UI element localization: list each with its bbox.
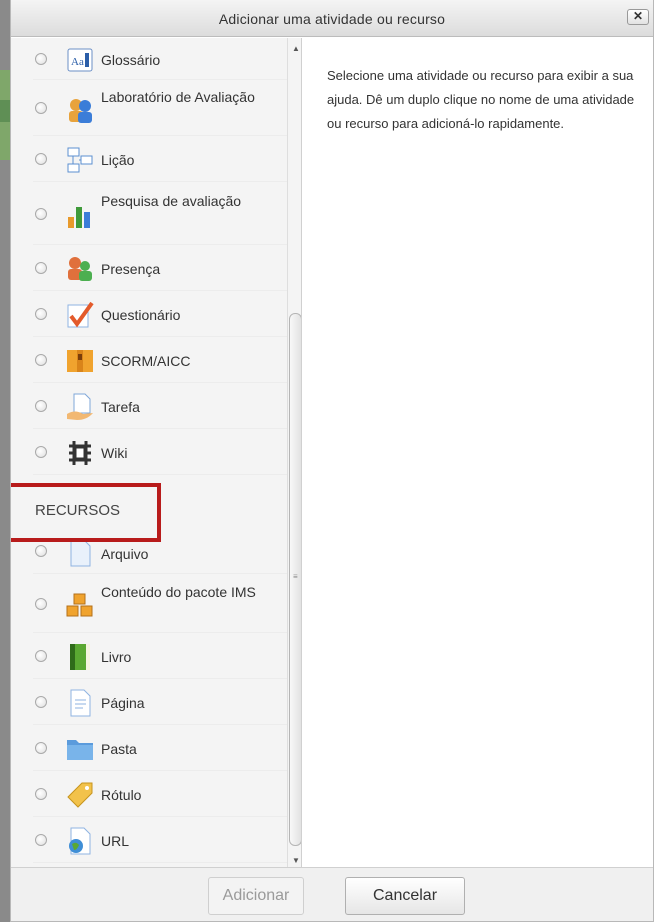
lesson-icon: [65, 145, 95, 175]
page-icon: [65, 688, 95, 718]
resource-item-rotulo[interactable]: Rótulo: [33, 772, 287, 817]
item-label: Tarefa: [101, 399, 140, 415]
wiki-icon: [65, 438, 95, 468]
item-label: Pasta: [101, 741, 137, 757]
item-label: Rótulo: [101, 787, 142, 803]
resource-item-url[interactable]: URL: [33, 818, 287, 863]
radio-button[interactable]: [35, 650, 47, 662]
recursos-highlight-box: [11, 483, 161, 542]
folder-icon: [65, 734, 95, 764]
item-label: Página: [101, 695, 145, 711]
activity-item-glossario[interactable]: Aa Glossário: [33, 40, 287, 80]
radio-button[interactable]: [35, 742, 47, 754]
dialog-title: Adicionar uma atividade ou recurso: [218, 11, 446, 27]
glossary-icon: Aa: [65, 45, 95, 75]
radio-button[interactable]: [35, 545, 47, 557]
radio-button[interactable]: [35, 308, 47, 320]
dialog-body: Aa Glossário Laboratório de Avaliação Li…: [11, 38, 653, 867]
cancel-button[interactable]: Cancelar: [345, 877, 465, 915]
resource-item-livro[interactable]: Livro: [33, 634, 287, 679]
activity-item-presenca[interactable]: Presença: [33, 246, 287, 291]
file-icon: [65, 538, 95, 568]
options-list-pane: Aa Glossário Laboratório de Avaliação Li…: [11, 38, 302, 867]
radio-button[interactable]: [35, 102, 47, 114]
item-label: Glossário: [101, 52, 161, 68]
item-label: Conteúdo do pacote IMS: [101, 584, 256, 600]
activity-item-licao[interactable]: Lição: [33, 137, 287, 182]
scroll-down-arrow-icon[interactable]: ▼: [292, 856, 300, 865]
help-pane: Selecione uma atividade ou recurso para …: [303, 38, 653, 867]
add-button[interactable]: Adicionar: [208, 877, 304, 915]
scroll-grip-icon: ≡: [293, 572, 298, 581]
radio-button[interactable]: [35, 446, 47, 458]
attendance-icon: [65, 254, 95, 284]
radio-button[interactable]: [35, 696, 47, 708]
add-activity-dialog: Adicionar uma atividade ou recurso ✕ Aa …: [10, 0, 654, 922]
resource-item-ims[interactable]: Conteúdo do pacote IMS: [33, 575, 287, 633]
activity-item-scorm[interactable]: SCORM/AICC: [33, 338, 287, 383]
scroll-up-arrow-icon[interactable]: ▲: [292, 44, 300, 53]
item-label: Lição: [101, 152, 135, 168]
dialog-titlebar: Adicionar uma atividade ou recurso ✕: [11, 0, 653, 37]
scrollbar-thumb[interactable]: ≡: [289, 313, 301, 846]
item-label: Arquivo: [101, 546, 149, 562]
svg-text:Aa: Aa: [71, 56, 84, 68]
activity-item-wiki[interactable]: Wiki: [33, 430, 287, 475]
item-label: Presença: [101, 261, 161, 277]
item-label: Pesquisa de avaliação: [101, 193, 242, 209]
url-icon: [65, 826, 95, 856]
item-label: SCORM/AICC: [101, 353, 191, 369]
radio-button[interactable]: [35, 400, 47, 412]
help-text: Selecione uma atividade ou recurso para …: [327, 68, 635, 131]
label-icon: [65, 780, 95, 810]
resource-item-pagina[interactable]: Página: [33, 680, 287, 725]
quiz-icon: [65, 300, 95, 330]
ims-package-icon: [65, 591, 95, 621]
close-button[interactable]: ✕: [627, 9, 649, 25]
dialog-footer: Adicionar Cancelar: [11, 867, 653, 921]
activity-item-laboratorio[interactable]: Laboratório de Avaliação: [33, 81, 287, 136]
radio-button[interactable]: [35, 354, 47, 366]
list-scrollbar[interactable]: ▲ ≡ ▼: [287, 38, 301, 867]
radio-button[interactable]: [35, 208, 47, 220]
item-label: URL: [101, 833, 130, 849]
item-label: Questionário: [101, 307, 181, 323]
assignment-icon: [65, 392, 95, 422]
item-label: Laboratório de Avaliação: [101, 89, 255, 105]
scorm-icon: [65, 346, 95, 376]
activity-item-pesquisa[interactable]: Pesquisa de avaliação: [33, 183, 287, 245]
radio-button[interactable]: [35, 598, 47, 610]
activity-item-tarefa[interactable]: Tarefa: [33, 384, 287, 429]
book-icon: [65, 642, 95, 672]
radio-button[interactable]: [35, 834, 47, 846]
survey-icon: [65, 201, 95, 231]
radio-button[interactable]: [35, 153, 47, 165]
workshop-icon: [65, 95, 95, 125]
activity-item-questionario[interactable]: Questionário: [33, 292, 287, 337]
radio-button[interactable]: [35, 53, 47, 65]
item-label: Livro: [101, 649, 132, 665]
resource-item-pasta[interactable]: Pasta: [33, 726, 287, 771]
item-label: Wiki: [101, 445, 128, 461]
radio-button[interactable]: [35, 262, 47, 274]
radio-button[interactable]: [35, 788, 47, 800]
